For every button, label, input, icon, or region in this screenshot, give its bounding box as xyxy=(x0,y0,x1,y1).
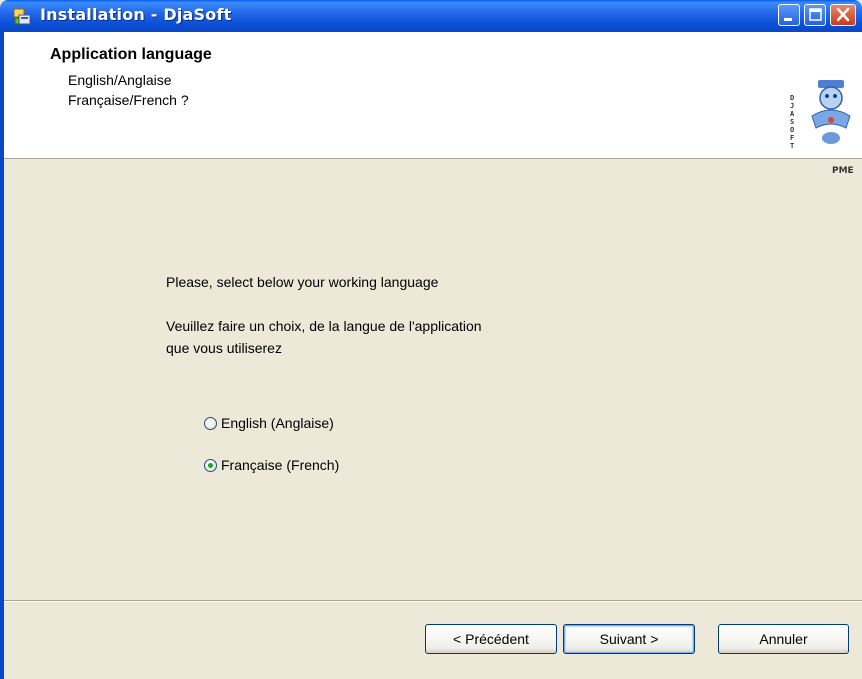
title-bar[interactable]: Installation - DjaSoft xyxy=(0,0,862,32)
installer-icon xyxy=(12,6,32,26)
maximize-button[interactable] xyxy=(804,4,826,26)
window-title: Installation - DjaSoft xyxy=(40,5,232,24)
header-subtitle-line2: Française/French ? xyxy=(68,92,189,108)
radio-label-english[interactable]: English (Anglaise) xyxy=(221,415,334,431)
next-button[interactable]: Suivant > xyxy=(563,624,695,654)
logo-icon xyxy=(811,80,851,144)
header-subtitle-line1: English/Anglaise xyxy=(68,72,172,88)
radio-french[interactable] xyxy=(204,458,217,472)
radio-label-french[interactable]: Française (French) xyxy=(221,457,339,473)
wizard-content xyxy=(4,160,862,598)
radio-option-french[interactable]: Française (French) xyxy=(204,456,339,474)
prompt-french-line2: que vous utiliserez xyxy=(166,340,282,356)
logo-side-text: DJASOFT xyxy=(790,94,795,150)
maximize-icon xyxy=(809,8,822,21)
prompt-english: Please, select below your working langua… xyxy=(166,274,439,290)
page-title: Application language xyxy=(50,46,212,63)
cancel-button[interactable]: Annuler xyxy=(718,624,849,654)
minimize-button[interactable] xyxy=(778,4,800,26)
previous-button[interactable]: < Précédent xyxy=(425,624,557,654)
radio-selected-dot xyxy=(208,462,213,468)
close-icon xyxy=(836,7,850,22)
radio-option-english[interactable]: English (Anglaise) xyxy=(204,414,334,432)
prompt-french-line1: Veuillez faire un choix, de la langue de… xyxy=(166,318,482,334)
radio-english[interactable] xyxy=(204,416,217,430)
minimize-icon xyxy=(784,18,792,21)
footer-separator xyxy=(4,600,862,602)
close-button[interactable] xyxy=(830,4,856,26)
installer-window: Installation - DjaSoft DJASOFT PME Appli… xyxy=(0,0,862,679)
